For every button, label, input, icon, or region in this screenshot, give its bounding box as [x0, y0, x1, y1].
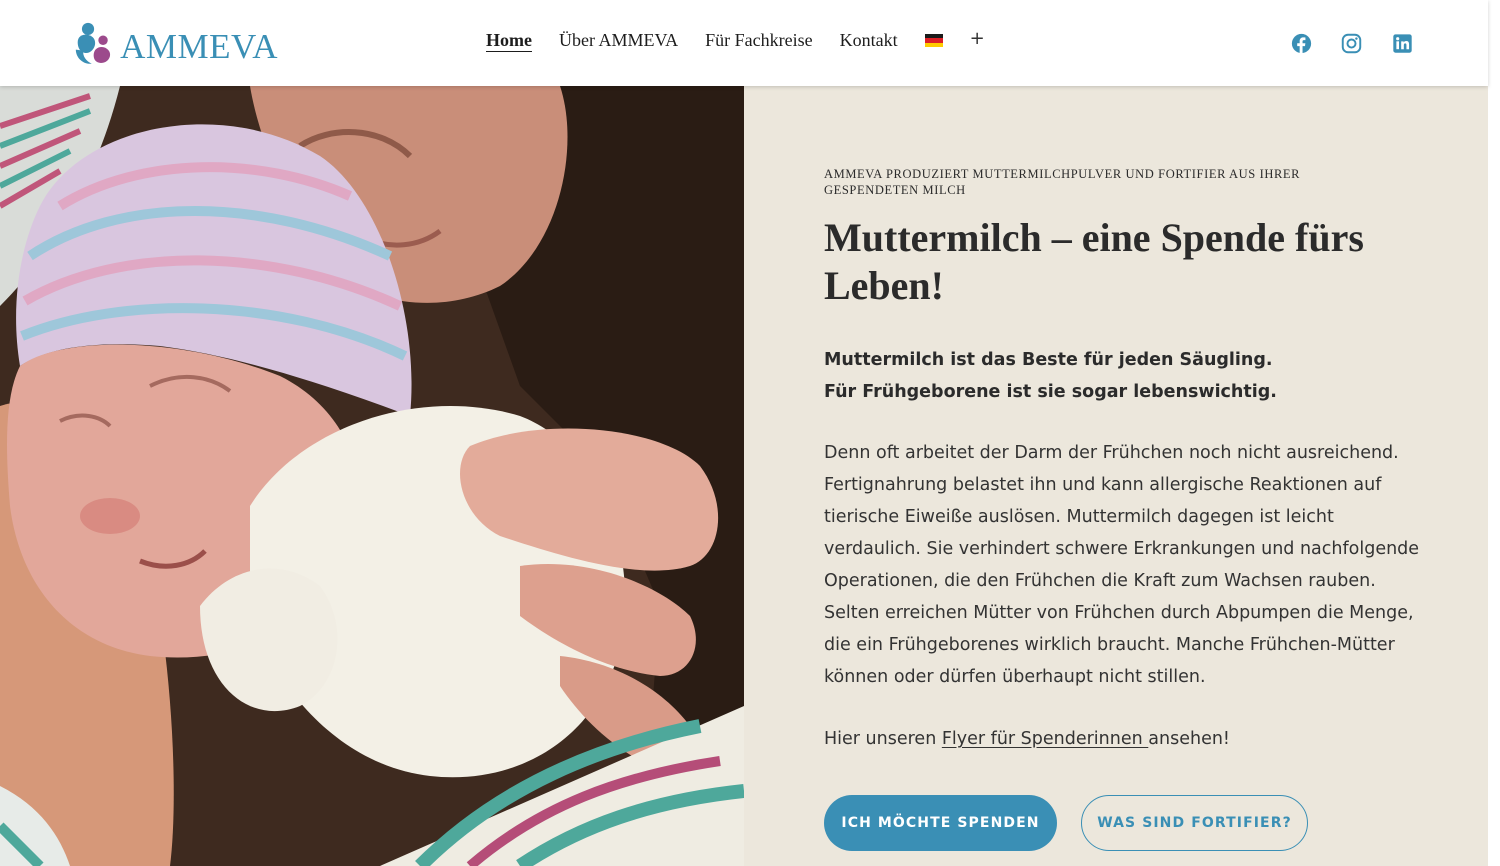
facebook-icon — [1291, 33, 1311, 54]
nav-item-home[interactable]: Home — [486, 30, 532, 51]
hero-lead-line-1: Muttermilch ist das Beste für jeden Säug… — [824, 350, 1273, 370]
donate-button[interactable]: Ich möchte spenden — [824, 795, 1057, 851]
german-flag-icon[interactable] — [924, 34, 943, 47]
hero-photo — [0, 86, 744, 866]
mother-holding-newborn-photo — [0, 86, 744, 866]
linkedin-icon — [1392, 33, 1412, 53]
flyer-suffix: ansehen! — [1148, 729, 1230, 749]
nav-item-ueber-ammeva[interactable]: Über AMMEVA — [559, 30, 678, 51]
site-header: AMMEVA Home Über AMMEVA Für Fachkreise K… — [0, 0, 1488, 86]
hero-lead-line-2: Für Frühgeborene ist sie sogar lebenswic… — [824, 382, 1277, 402]
page-gutter — [1488, 0, 1500, 866]
hero-eyebrow: AMMEVA produziert Muttermilchpulver und … — [824, 167, 1301, 197]
site-logo[interactable]: AMMEVA — [73, 19, 278, 69]
fortifier-info-button[interactable]: Was sind Fortifier? — [1081, 795, 1308, 851]
hero-lead: Muttermilch ist das Beste für jeden Säug… — [824, 344, 1444, 408]
linkedin-link[interactable] — [1391, 32, 1413, 54]
flyer-text: Hier unseren Flyer für Spenderinnen anse… — [824, 723, 1424, 755]
hero-headline: Muttermilch – eine Spende fürs Leben! — [824, 215, 1364, 308]
hero-body-text: Denn oft arbeitet der Darm der Frühchen … — [824, 443, 1420, 687]
flyer-prefix: Hier unseren — [824, 729, 942, 749]
language-more-toggle[interactable]: + — [970, 28, 985, 49]
instagram-icon — [1341, 33, 1361, 53]
logo-wordmark: AMMEVA — [120, 27, 278, 66]
facebook-link[interactable] — [1290, 32, 1312, 54]
logo-mother-child-icon — [75, 22, 111, 64]
main-navigation: Home Über AMMEVA Für Fachkreise Kontakt … — [486, 28, 985, 51]
nav-item-fuer-fachkreise[interactable]: Für Fachkreise — [705, 30, 812, 51]
instagram-link[interactable] — [1340, 32, 1362, 54]
nav-item-kontakt[interactable]: Kontakt — [840, 30, 898, 51]
flyer-link[interactable]: Flyer für Spenderinnen — [942, 729, 1148, 749]
